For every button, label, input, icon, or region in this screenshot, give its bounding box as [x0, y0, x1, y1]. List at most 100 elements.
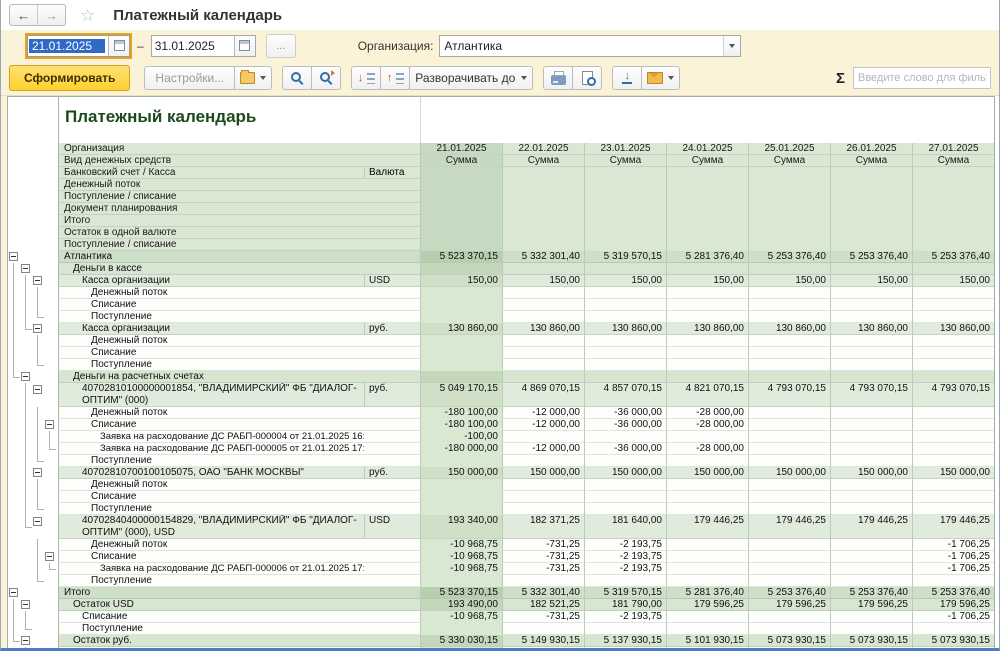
cell-value: 181 640,00	[584, 515, 666, 539]
date-from-input[interactable]: 21.01.2025	[27, 35, 130, 57]
row-label[interactable]: Касса организации	[58, 323, 364, 335]
cell-value	[584, 623, 666, 635]
settings-button[interactable]: Настройки...	[144, 66, 235, 90]
table-row: Списание-10 968,75-731,25-2 193,75-1 706…	[8, 611, 994, 623]
row-label[interactable]: 40702810100000001854, "ВЛАДИМИРСКИЙ" ФБ …	[58, 383, 364, 407]
row-currency	[364, 431, 420, 443]
row-label[interactable]: Деньги на расчетных счетах	[58, 371, 364, 383]
cell-value	[666, 479, 748, 491]
expand-to-button[interactable]: Разворачивать до	[409, 66, 533, 90]
row-label: Поступление	[58, 311, 364, 323]
row-currency	[364, 347, 420, 359]
organization-dropdown-button[interactable]	[723, 36, 740, 56]
cell-value: 181 790,00	[584, 599, 666, 611]
cell-value	[420, 311, 502, 323]
report-toolbar: Сформировать Настройки... ↓ ↑ Разворачив…	[1, 61, 999, 96]
date-column-header: 26.01.2025 Сумма	[830, 143, 912, 251]
cell-value: -28 000,00	[666, 419, 748, 431]
collapse-toggle[interactable]	[33, 276, 42, 285]
cell-value	[666, 335, 748, 347]
date-to-calendar-button[interactable]	[234, 36, 255, 56]
cell-value: 130 860,00	[748, 323, 830, 335]
expand-rows-icon: ↑	[387, 72, 404, 84]
cell-value	[912, 623, 994, 635]
header-row: Вид денежных средств	[59, 155, 420, 167]
preview-button[interactable]	[572, 66, 602, 90]
sum-sigma-icon[interactable]: Σ	[836, 70, 845, 87]
header-row: Денежный поток	[59, 179, 420, 191]
print-button[interactable]	[543, 66, 573, 90]
email-button[interactable]	[641, 66, 680, 90]
cell-value: -100,00	[420, 431, 502, 443]
table-row: Поступление	[8, 575, 994, 587]
row-label[interactable]: Остаток USD	[58, 599, 364, 611]
search-button[interactable]	[282, 66, 312, 90]
search-next-button[interactable]	[311, 66, 341, 90]
collapse-toggle[interactable]	[33, 468, 42, 477]
search-icon	[290, 71, 304, 85]
collapse-toggle[interactable]	[45, 552, 54, 561]
collapse-toggle[interactable]	[9, 252, 18, 261]
sum-label: Сумма	[749, 155, 830, 167]
cell-value	[666, 431, 748, 443]
collapse-toggle[interactable]	[45, 420, 54, 429]
collapse-toggle[interactable]	[21, 600, 30, 609]
row-label[interactable]: Касса организации	[58, 275, 364, 287]
cell-value: -1 706,25	[912, 563, 994, 575]
report-title-row: Платежный календарь	[8, 97, 994, 143]
row-label[interactable]: Деньги в кассе	[58, 263, 364, 275]
table-row: Списание	[8, 491, 994, 503]
row-label[interactable]: 40702840400000154829, "ВЛАДИМИРСКИЙ" ФБ …	[58, 515, 364, 539]
row-currency	[364, 359, 420, 371]
row-currency	[364, 623, 420, 635]
more-options-button[interactable]: ...	[266, 34, 296, 58]
cell-value: 5 332 301,40	[502, 251, 584, 263]
expand-rows-button[interactable]: ↑	[380, 66, 410, 90]
report-variants-button[interactable]	[234, 66, 272, 90]
collapse-toggle[interactable]	[33, 517, 42, 526]
collapse-toggle[interactable]	[9, 588, 18, 597]
collapse-toggle[interactable]	[33, 385, 42, 394]
forward-button[interactable]: →	[38, 5, 65, 25]
row-label[interactable]: Остаток руб.	[58, 635, 364, 647]
cell-value	[666, 299, 748, 311]
row-label[interactable]: Итого	[58, 587, 364, 599]
row-currency: USD	[364, 515, 420, 539]
cell-value	[830, 311, 912, 323]
cell-value: -1 706,25	[912, 539, 994, 551]
cell-value	[748, 311, 830, 323]
generate-button[interactable]: Сформировать	[9, 65, 130, 91]
row-currency	[364, 491, 420, 503]
collapse-toggle[interactable]	[21, 636, 30, 645]
date-to-input[interactable]: 31.01.2025	[151, 35, 256, 57]
cell-value	[666, 371, 748, 383]
organization-select[interactable]: Атлантика	[439, 35, 741, 57]
cell-value: 5 281 376,40	[666, 251, 748, 263]
chevron-down-icon	[729, 44, 735, 48]
favorite-star-icon[interactable]: ☆	[80, 7, 95, 24]
save-button[interactable]: ↓	[612, 66, 642, 90]
row-label[interactable]: Атлантика	[58, 251, 364, 263]
row-label[interactable]: Списание	[58, 551, 364, 563]
cell-value	[748, 287, 830, 299]
collapse-toggle[interactable]	[21, 264, 30, 273]
cell-value: -1 706,25	[912, 551, 994, 563]
cell-value	[666, 263, 748, 275]
cell-value	[502, 431, 584, 443]
row-label[interactable]: 40702810700100105075, ОАО "БАНК МОСКВЫ"	[58, 467, 364, 479]
cell-value	[584, 371, 666, 383]
date-from-calendar-button[interactable]	[108, 36, 129, 56]
cell-value	[502, 287, 584, 299]
cell-value	[830, 551, 912, 563]
cell-value	[912, 263, 994, 275]
table-row: 40702840400000154829, "ВЛАДИМИРСКИЙ" ФБ …	[8, 515, 994, 539]
row-label[interactable]: Списание	[58, 419, 364, 431]
header-row: Поступление / списание	[59, 239, 420, 251]
cell-value	[830, 563, 912, 575]
collapse-toggle[interactable]	[21, 372, 30, 381]
collapse-toggle[interactable]	[33, 324, 42, 333]
collapse-rows-button[interactable]: ↓	[351, 66, 381, 90]
row-currency	[364, 263, 420, 275]
back-button[interactable]: ←	[10, 5, 38, 25]
filter-input[interactable]	[853, 67, 991, 89]
